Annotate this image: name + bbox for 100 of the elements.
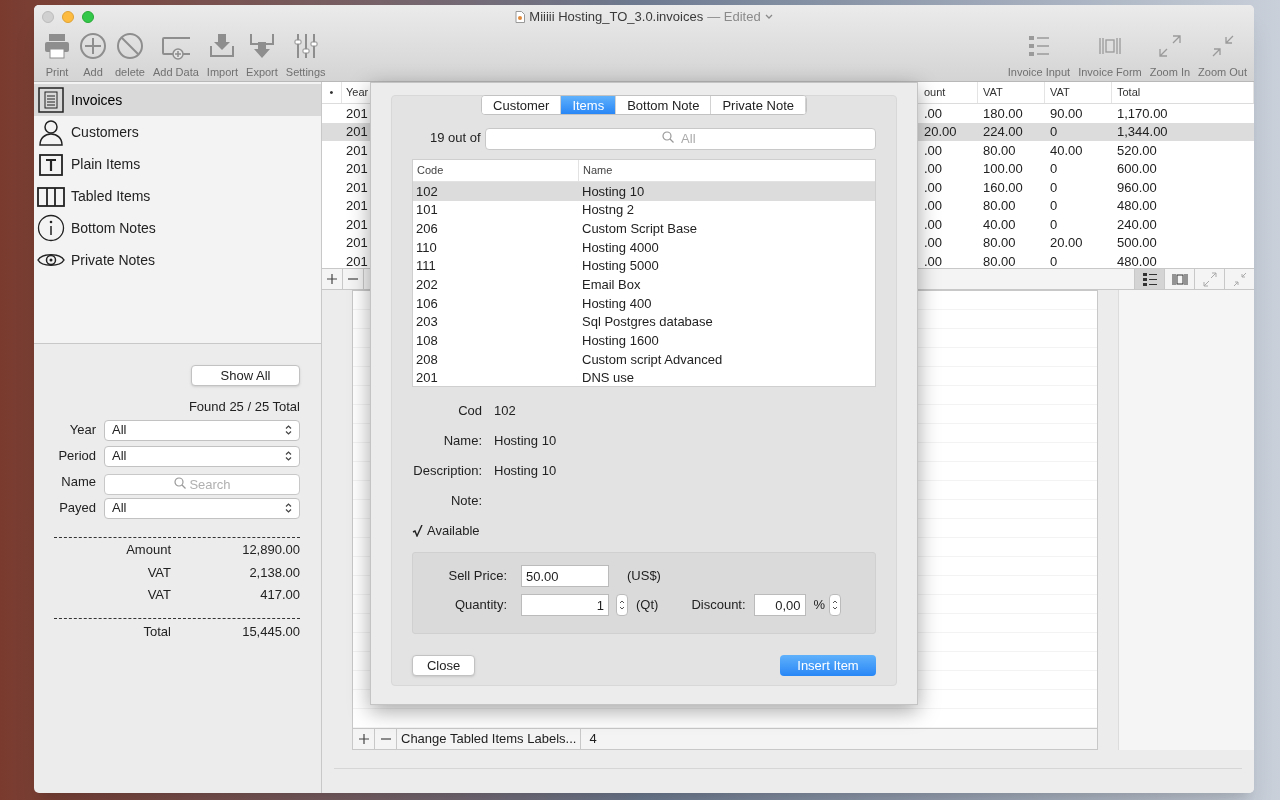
plus-icon bbox=[358, 734, 369, 744]
table-cell-text: 40.00 bbox=[1049, 141, 1084, 160]
sell-price-label: Sell Price: bbox=[447, 567, 507, 586]
checkmark-icon[interactable] bbox=[412, 524, 424, 538]
table-cell-text: Hostng 2 bbox=[581, 201, 636, 220]
summary-label: VAT bbox=[146, 563, 171, 582]
table-cell-text: 500.00 bbox=[1116, 234, 1158, 252]
table-cell-text: 80.00 bbox=[982, 234, 1017, 252]
detail-label: Name: bbox=[442, 432, 482, 451]
column-header[interactable]: Name bbox=[579, 160, 875, 181]
discount-label: Discount: bbox=[691, 596, 746, 615]
column-header[interactable]: VAT bbox=[1045, 82, 1112, 103]
search-field[interactable]: All bbox=[484, 127, 876, 150]
expand-arrows-icon bbox=[1201, 271, 1218, 287]
minimize-button[interactable] bbox=[62, 10, 74, 23]
toolbar-button[interactable]: Add bbox=[76, 32, 110, 81]
sidebar-label: Plain Items bbox=[71, 154, 141, 174]
quantity-stepper[interactable] bbox=[616, 594, 628, 616]
toolbar-button[interactable]: Zoom In bbox=[1146, 32, 1194, 81]
toolbar-button[interactable]: Settings bbox=[282, 32, 329, 81]
table-cell-text: Hosting 400 bbox=[581, 294, 653, 313]
sidebar-item[interactable]: Bottom Notes bbox=[34, 212, 321, 244]
item-row[interactable]: 101 Hostng 2 bbox=[413, 200, 875, 220]
search-field[interactable]: Search bbox=[104, 473, 300, 495]
column-header[interactable]: Total bbox=[1112, 82, 1254, 103]
quantity-field[interactable]: 1 bbox=[521, 594, 609, 616]
item-row[interactable]: 108 Hosting 1600 bbox=[413, 331, 875, 351]
summary-value: 12,890.00 bbox=[241, 541, 300, 559]
item-row[interactable]: 202 Email Box bbox=[413, 275, 875, 295]
chevron-down-icon[interactable] bbox=[764, 13, 773, 20]
zoom-button[interactable] bbox=[82, 10, 94, 23]
toolbar-button[interactable]: Invoice Form bbox=[1075, 32, 1145, 81]
detail-label: Note: bbox=[449, 492, 482, 511]
summary-value: 2,138.00 bbox=[248, 563, 300, 582]
table-cell-text: 20.00 bbox=[1049, 234, 1084, 252]
sidebar-item[interactable]: Invoices bbox=[34, 84, 321, 116]
sidebar-item[interactable]: Tabled Items bbox=[34, 180, 321, 212]
table-cell-text: 600.00 bbox=[1116, 160, 1158, 178]
print-icon bbox=[43, 32, 71, 60]
table-cell-text: 1,344.00 bbox=[1116, 123, 1169, 141]
sidebar-item[interactable]: Private Notes bbox=[34, 244, 321, 276]
table-cell-text: 80.00 bbox=[982, 197, 1017, 215]
table-cell-text: 201 bbox=[415, 369, 439, 386]
column-header[interactable]: Code bbox=[413, 160, 579, 181]
sidebar-item[interactable]: Plain Items bbox=[34, 148, 321, 180]
dropdown[interactable]: All bbox=[104, 497, 300, 519]
discount-stepper[interactable] bbox=[829, 594, 842, 616]
item-row[interactable]: 208 Custom script Advanced bbox=[413, 350, 875, 369]
view-toggle-button[interactable] bbox=[1134, 269, 1164, 289]
column-header[interactable]: • bbox=[322, 82, 342, 103]
show-all-button[interactable]: Show All bbox=[191, 365, 300, 386]
item-row[interactable]: 203 Sql Postgres database bbox=[413, 312, 875, 332]
table-cell-text: 80.00 bbox=[982, 252, 1017, 268]
dropdown[interactable]: All bbox=[104, 419, 300, 441]
tab[interactable]: Customer bbox=[482, 96, 562, 114]
filter-label: Period bbox=[57, 447, 97, 466]
collapse-arrows-icon bbox=[1231, 271, 1248, 287]
toolbar-button[interactable]: delete bbox=[112, 32, 148, 81]
dropdown[interactable]: All bbox=[104, 445, 300, 467]
toolbar-button[interactable]: Zoom Out bbox=[1195, 32, 1250, 81]
table-cell-text: 111 bbox=[415, 257, 437, 276]
toolbar-button[interactable]: Import bbox=[203, 32, 242, 81]
close-button[interactable]: Close bbox=[412, 655, 475, 676]
table-cell-text: 480.00 bbox=[1116, 197, 1158, 215]
stepper-arrows-icon bbox=[619, 599, 625, 611]
table-cell-text: 0 bbox=[1049, 197, 1059, 215]
table-cell-text: 224.00 bbox=[982, 123, 1024, 141]
item-row[interactable]: 106 Hosting 400 bbox=[413, 294, 875, 313]
person-icon bbox=[37, 118, 65, 146]
document-icon bbox=[515, 10, 526, 23]
sell-price-field[interactable]: 50.00 bbox=[521, 565, 609, 587]
currency-label: (US$) bbox=[627, 567, 661, 586]
item-row[interactable]: 110 Hosting 4000 bbox=[413, 238, 875, 257]
summary-value: 417.00 bbox=[259, 586, 300, 604]
item-row[interactable]: 102 Hosting 10 bbox=[413, 182, 875, 201]
item-row[interactable]: 111 Hosting 5000 bbox=[413, 256, 875, 276]
table-cell-text: 20.00 bbox=[923, 123, 958, 141]
table-cell-text: 1,170.00 bbox=[1116, 104, 1169, 123]
available-label: Available bbox=[427, 522, 480, 541]
column-header[interactable]: VAT bbox=[978, 82, 1045, 103]
column-header[interactable]: ount bbox=[922, 82, 978, 103]
discount-field[interactable]: 0,00 bbox=[753, 594, 806, 616]
change-labels-button[interactable]: Change Tabled Items Labels... bbox=[397, 729, 582, 749]
item-row[interactable]: 201 DNS use bbox=[413, 368, 875, 386]
toolbar-button[interactable]: Export bbox=[243, 32, 281, 81]
info-icon bbox=[37, 214, 65, 242]
item-row[interactable]: 206 Custom Script Base bbox=[413, 219, 875, 239]
quantity-label: Quantity: bbox=[453, 596, 507, 615]
detail-value: 102 bbox=[494, 402, 516, 421]
table-cell-text: 0 bbox=[1049, 123, 1059, 141]
sidebar-item[interactable]: Customers bbox=[34, 116, 321, 148]
toolbar-button[interactable]: Add Data bbox=[150, 32, 202, 81]
toolbar-button[interactable]: Print bbox=[40, 32, 74, 81]
table-cell-text: Sql Postgres database bbox=[581, 313, 714, 332]
table-cell-text: .00 bbox=[923, 197, 944, 215]
result-count: 19 out of bbox=[430, 129, 481, 148]
toolbar-button[interactable]: Invoice Input bbox=[1004, 32, 1074, 81]
list-view-icon bbox=[1141, 271, 1158, 287]
updown-chevron-icon bbox=[285, 424, 292, 436]
table-cell-text: 80.00 bbox=[982, 141, 1017, 160]
